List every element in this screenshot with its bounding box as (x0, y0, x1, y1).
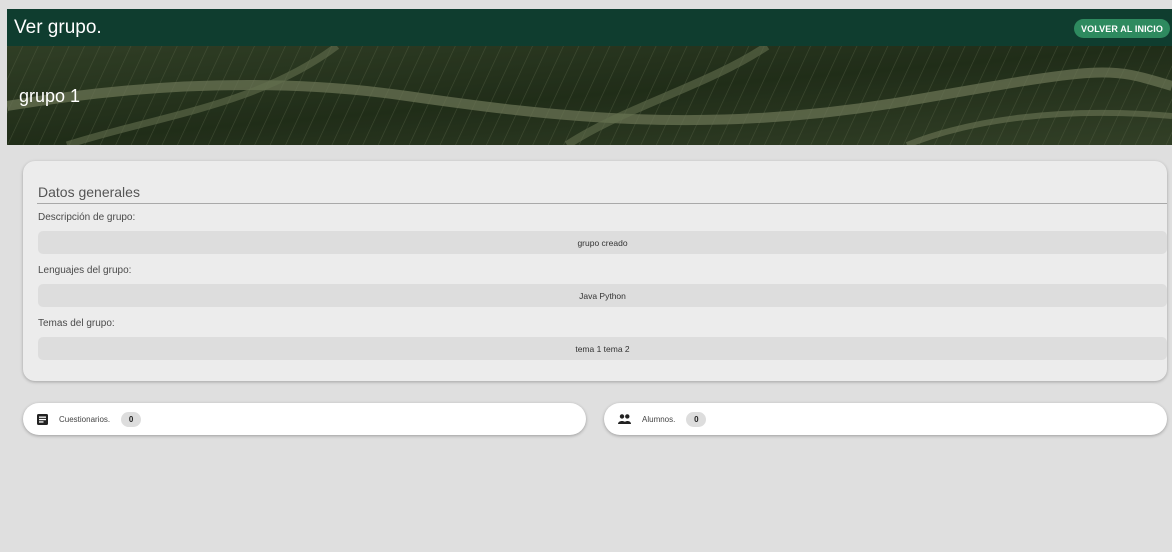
languages-label: Lenguajes del grupo: (38, 265, 132, 276)
cuestionarios-label: Cuestionarios. (59, 414, 111, 424)
topics-label: Temas del grupo: (38, 318, 115, 329)
description-value: grupo creado (38, 231, 1167, 254)
cuestionarios-count: 0 (121, 411, 142, 427)
cuestionarios-button[interactable]: Cuestionarios. 0 (23, 403, 586, 435)
alumnos-label: Alumnos. (642, 414, 676, 424)
alumnos-count: 0 (686, 411, 707, 427)
people-icon (618, 414, 631, 425)
group-name: grupo 1 (19, 86, 81, 106)
group-banner: grupo 1 (7, 46, 1172, 145)
article-icon (37, 413, 48, 425)
leaf-texture-image (7, 46, 1172, 145)
section-title: Datos generales (38, 184, 140, 200)
divider (37, 203, 1167, 204)
top-bar: Ver grupo. VOLVER AL INICIO (7, 9, 1172, 46)
home-button[interactable]: VOLVER AL INICIO (1074, 19, 1170, 38)
description-label: Descripción de grupo: (38, 212, 136, 223)
languages-value: Java Python (38, 284, 1167, 307)
general-data-card: Datos generales Descripción de grupo: gr… (23, 161, 1167, 381)
alumnos-button[interactable]: Alumnos. 0 (604, 403, 1167, 435)
topics-value: tema 1 tema 2 (38, 337, 1167, 360)
page-title: Ver grupo. (14, 17, 102, 38)
